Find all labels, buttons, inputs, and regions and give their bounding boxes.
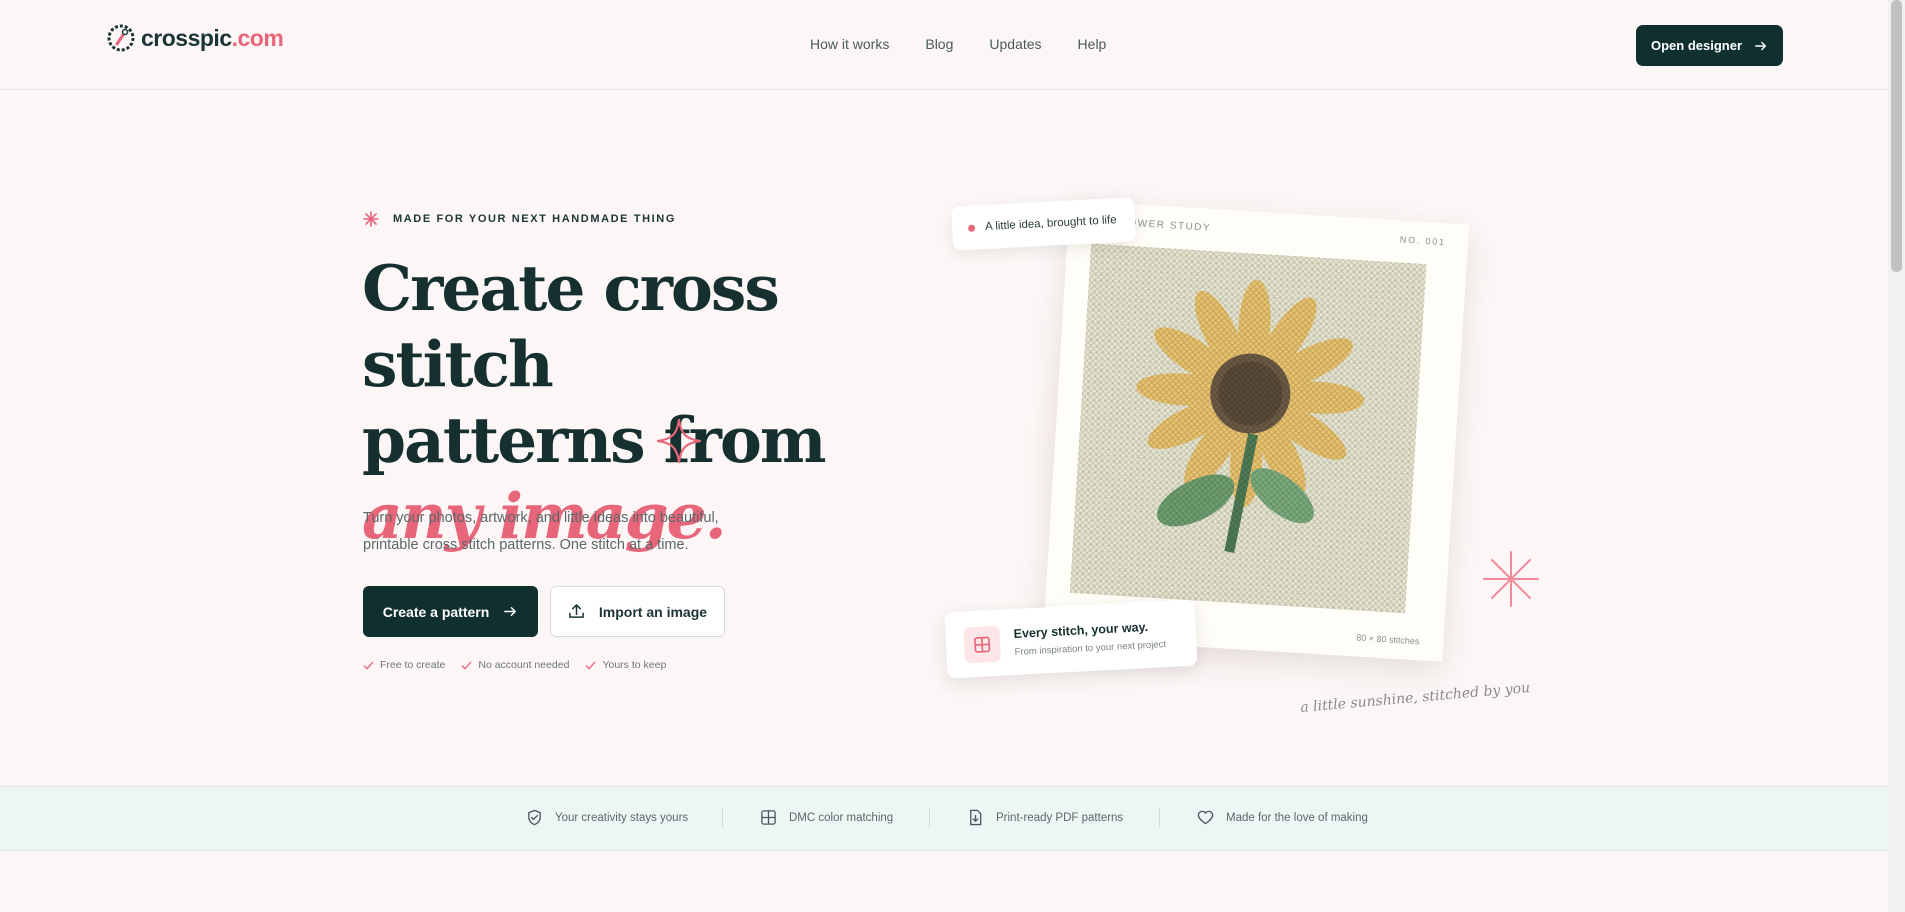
open-designer-button[interactable]: Open designer [1636, 25, 1783, 66]
pattern-preview-card: OWER STUDY NO. 001 80 × 80 stitches [1043, 200, 1469, 662]
main-nav: How it works Blog Updates Help [810, 36, 1142, 52]
frame-number: NO. 001 [1399, 234, 1447, 248]
note-icon-badge [963, 625, 1002, 664]
showcase-caption: a little sunshine, stitched by you [1299, 679, 1531, 717]
feature-pdf: Print-ready PDF patterns [967, 809, 1123, 826]
benefit-item: Free to create [363, 659, 445, 671]
upload-icon [569, 604, 584, 618]
feature-label: Print-ready PDF patterns [996, 811, 1124, 824]
feature-note-card: Every stitch, your way. From inspiration… [944, 599, 1198, 679]
grid-icon [761, 810, 776, 825]
logo-icon [107, 24, 135, 52]
nav-blog[interactable]: Blog [925, 36, 953, 52]
shield-check-icon [528, 809, 541, 826]
sunflower-pattern-image [1069, 243, 1427, 614]
hero-title-line1: Create cross stitch [362, 251, 780, 401]
divider [929, 808, 930, 828]
features-strip [0, 786, 1888, 851]
idea-pill-text: A little idea, brought to life [984, 214, 1117, 234]
open-designer-label: Open designer [1650, 38, 1743, 53]
eyebrow-text: MADE FOR YOUR NEXT HANDMADE THING [393, 213, 676, 225]
logo-text: crosspic.com [141, 24, 284, 51]
create-pattern-button[interactable]: Create a pattern [363, 586, 538, 637]
hero-title-line2: patterns from [362, 403, 827, 477]
hero-benefits: Free to create No account needed Yours t… [363, 659, 666, 671]
site-header: crosspic.com How it works Blog Updates H… [0, 0, 1888, 90]
note-subtitle: From inspiration to your next project [1014, 639, 1167, 658]
benefit-label: Free to create [380, 659, 446, 671]
arrow-right-icon [504, 607, 517, 616]
benefit-label: No account needed [478, 659, 570, 671]
heart-icon [1197, 810, 1214, 825]
divider [722, 808, 723, 828]
benefit-label: Yours to keep [602, 659, 667, 671]
status-dot [967, 224, 976, 232]
sparkle-icon [656, 418, 702, 464]
import-image-button[interactable]: Import an image [550, 586, 725, 637]
feature-label: Made for the love of making [1226, 811, 1368, 824]
file-download-icon [970, 809, 982, 826]
stitch-count: 80 × 80 stitches [1355, 632, 1420, 647]
divider [1159, 808, 1160, 828]
check-icon [462, 661, 472, 669]
benefit-item: No account needed [461, 659, 569, 671]
hero-description: Turn your photos, artwork, and little id… [363, 510, 719, 553]
benefit-item: Yours to keep [585, 659, 666, 671]
feature-dmc: DMC color matching [760, 809, 893, 826]
import-image-label: Import an image [598, 603, 708, 620]
frame-label: OWER STUDY [1128, 217, 1212, 234]
feature-label: Your creativity stays yours [555, 811, 689, 824]
logo[interactable]: crosspic.com [105, 22, 284, 54]
grid-icon [974, 636, 991, 653]
note-title: Every stitch, your way. [1013, 619, 1149, 641]
nav-help[interactable]: Help [1078, 36, 1107, 52]
nav-updates[interactable]: Updates [989, 36, 1041, 52]
scrollbar-thumb[interactable] [1891, 0, 1902, 272]
asterisk-icon [363, 211, 379, 227]
nav-how-it-works[interactable]: How it works [810, 36, 889, 52]
hero-eyebrow: MADE FOR YOUR NEXT HANDMADE THING [363, 211, 676, 227]
feature-creativity: Your creativity stays yours [526, 809, 688, 826]
arrow-right-icon [1755, 41, 1767, 50]
check-icon [363, 661, 374, 669]
create-pattern-label: Create a pattern [382, 603, 490, 620]
feature-love: Made for the love of making [1197, 809, 1368, 826]
asterisk-sparkle-icon [1483, 551, 1539, 607]
feature-label: DMC color matching [789, 811, 894, 824]
check-icon [586, 661, 596, 669]
